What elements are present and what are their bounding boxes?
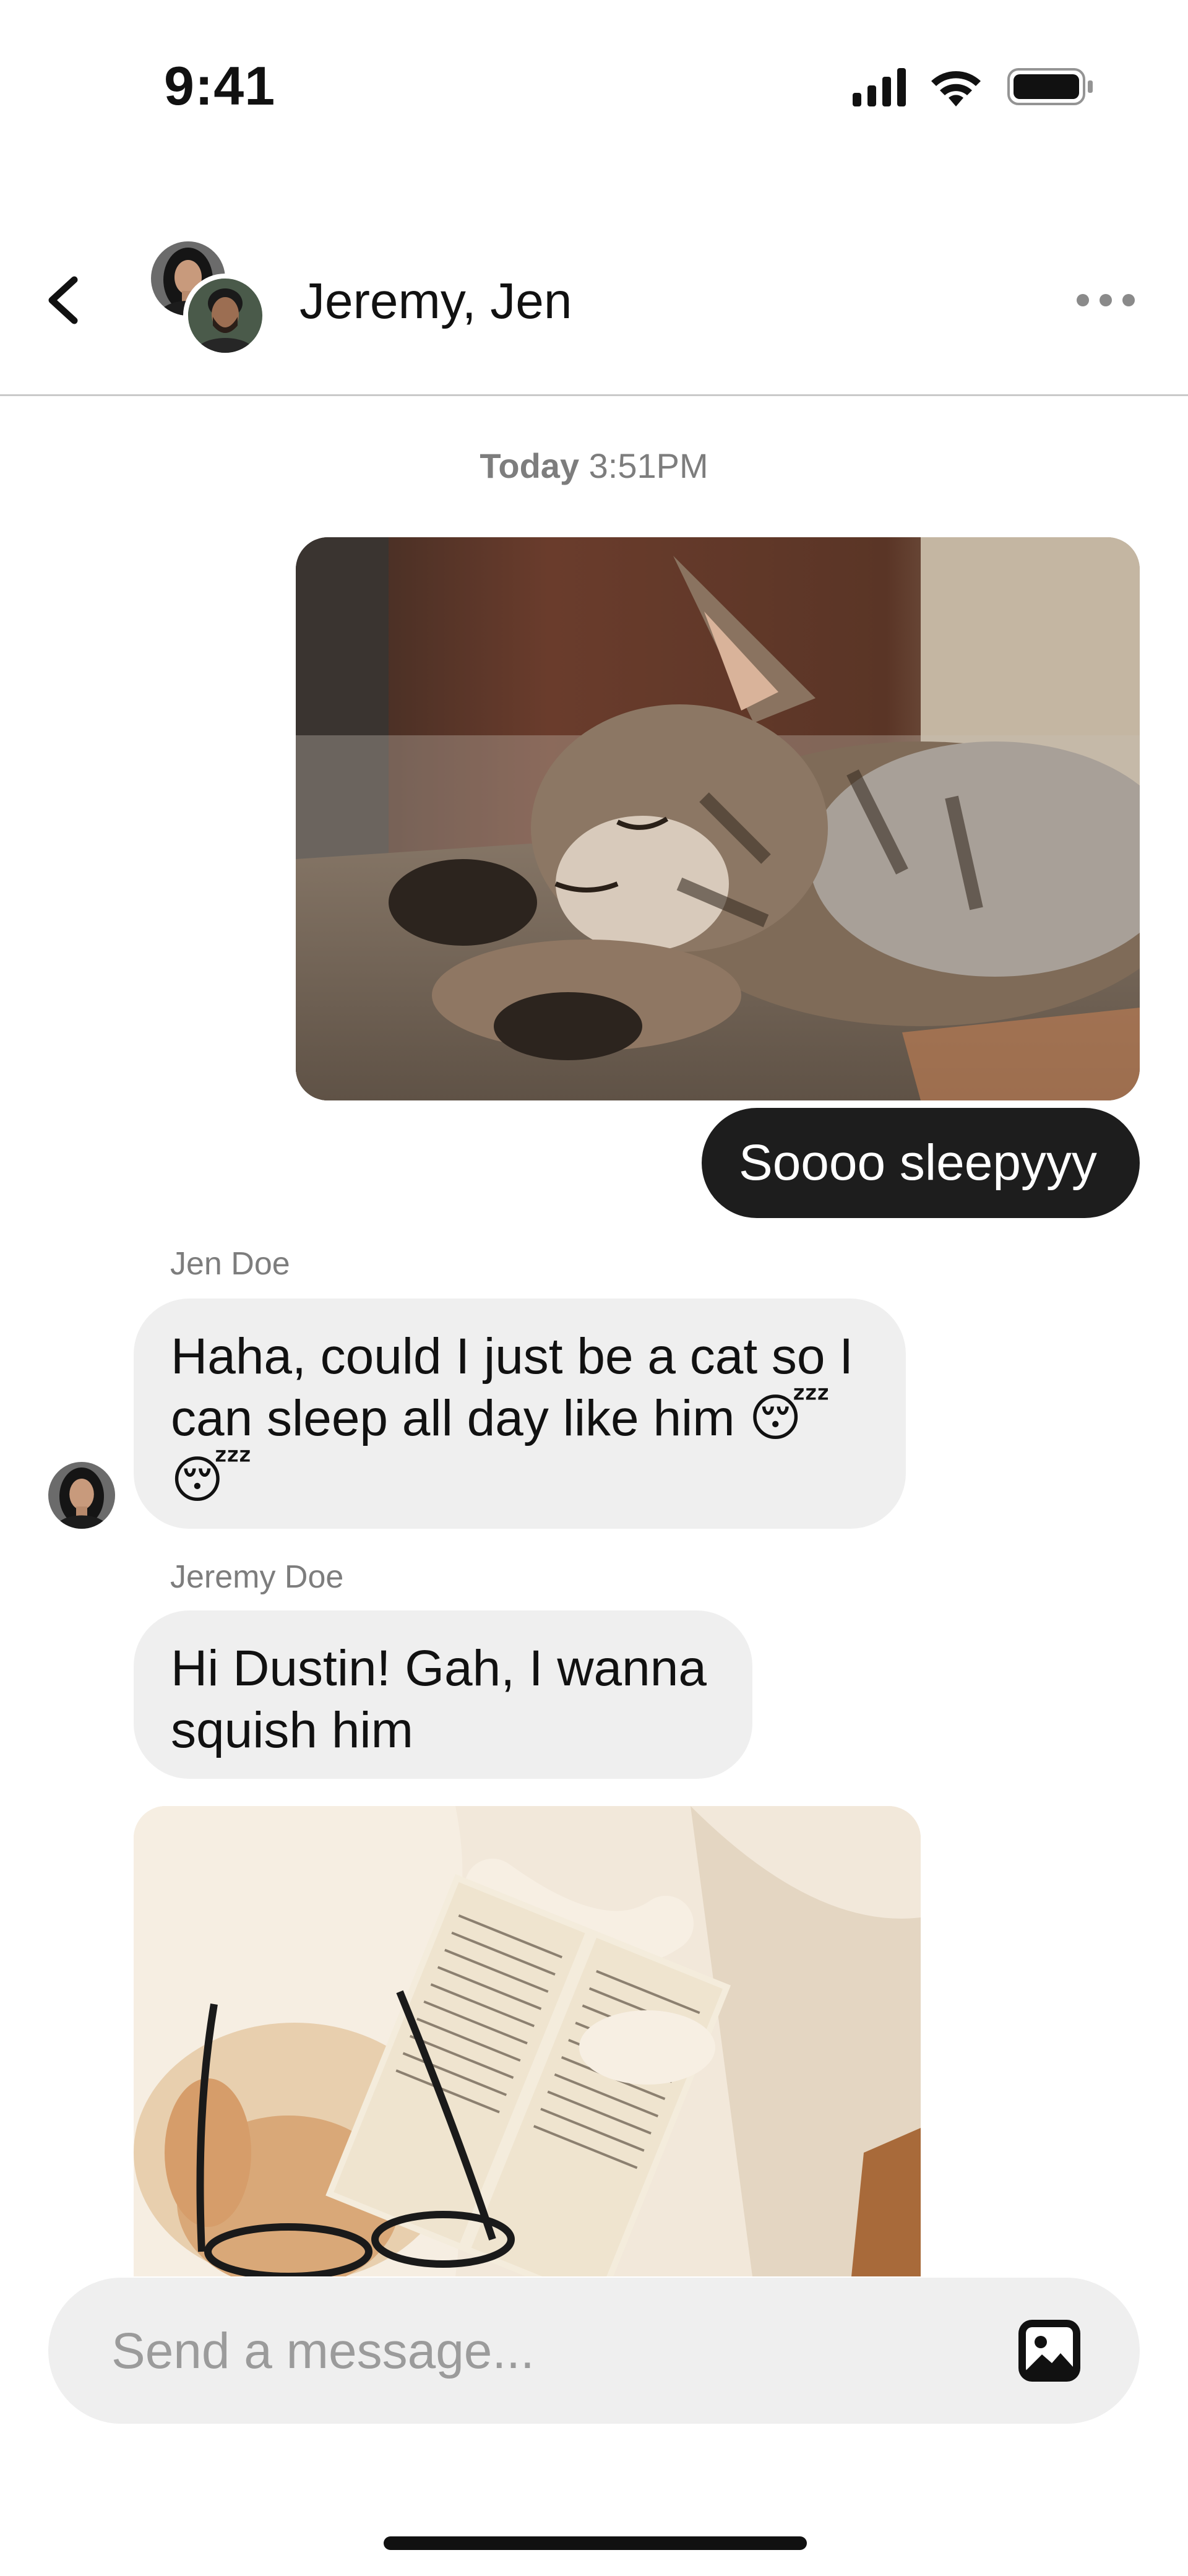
message-text-line: Haha, could I just be a cat so I — [171, 1328, 854, 1385]
message-photo-kitten[interactable] — [296, 537, 1140, 1100]
message-text-line: can sleep all day like him 😴 — [171, 1390, 830, 1446]
message-input[interactable] — [110, 2312, 979, 2390]
back-button[interactable] — [38, 266, 94, 334]
more-horizontal-icon — [1077, 294, 1135, 306]
battery-icon — [1007, 68, 1093, 105]
more-options-button[interactable] — [1072, 285, 1140, 316]
message-text-line: 😴 — [171, 1452, 252, 1508]
sender-name: Jeremy Doe — [170, 1559, 344, 1595]
conversation-title: Jeremy, Jen — [299, 273, 572, 329]
avatar-jeremy — [188, 279, 262, 353]
incoming-message-bubble[interactable]: Haha, could I just be a cat so I can sle… — [134, 1299, 906, 1529]
image-icon — [1018, 2320, 1080, 2382]
group-avatar[interactable] — [151, 241, 269, 359]
status-icons — [853, 68, 1093, 106]
home-indicator — [384, 2536, 807, 2550]
sender-avatar-jen[interactable] — [48, 1462, 115, 1529]
cellular-signal-icon — [853, 68, 906, 106]
avatar-image — [48, 1462, 115, 1529]
attach-image-button[interactable] — [1015, 2316, 1084, 2385]
chevron-left-icon — [48, 276, 78, 324]
message-text: Soooo sleepyyy — [739, 1135, 1097, 1191]
message-composer — [48, 2278, 1140, 2424]
message-timestamp: Today 3:51PM — [480, 446, 708, 485]
incoming-message-bubble[interactable]: Hi Dustin! Gah, I wanna squish him — [134, 1610, 752, 1779]
wifi-icon — [931, 71, 981, 106]
sender-name: Jen Doe — [170, 1246, 290, 1282]
message-text-line: Hi Dustin! Gah, I wanna — [171, 1640, 707, 1696]
message-photo-dog[interactable] — [134, 1806, 921, 2276]
outgoing-message-bubble[interactable]: Soooo sleepyyy — [702, 1108, 1140, 1218]
message-text-line: squish him — [171, 1702, 413, 1758]
dog-with-glasses-image — [134, 1806, 921, 2276]
status-time: 9:41 — [164, 55, 276, 116]
sleeping-kitten-image — [296, 537, 1140, 1100]
header-divider — [0, 394, 1188, 396]
